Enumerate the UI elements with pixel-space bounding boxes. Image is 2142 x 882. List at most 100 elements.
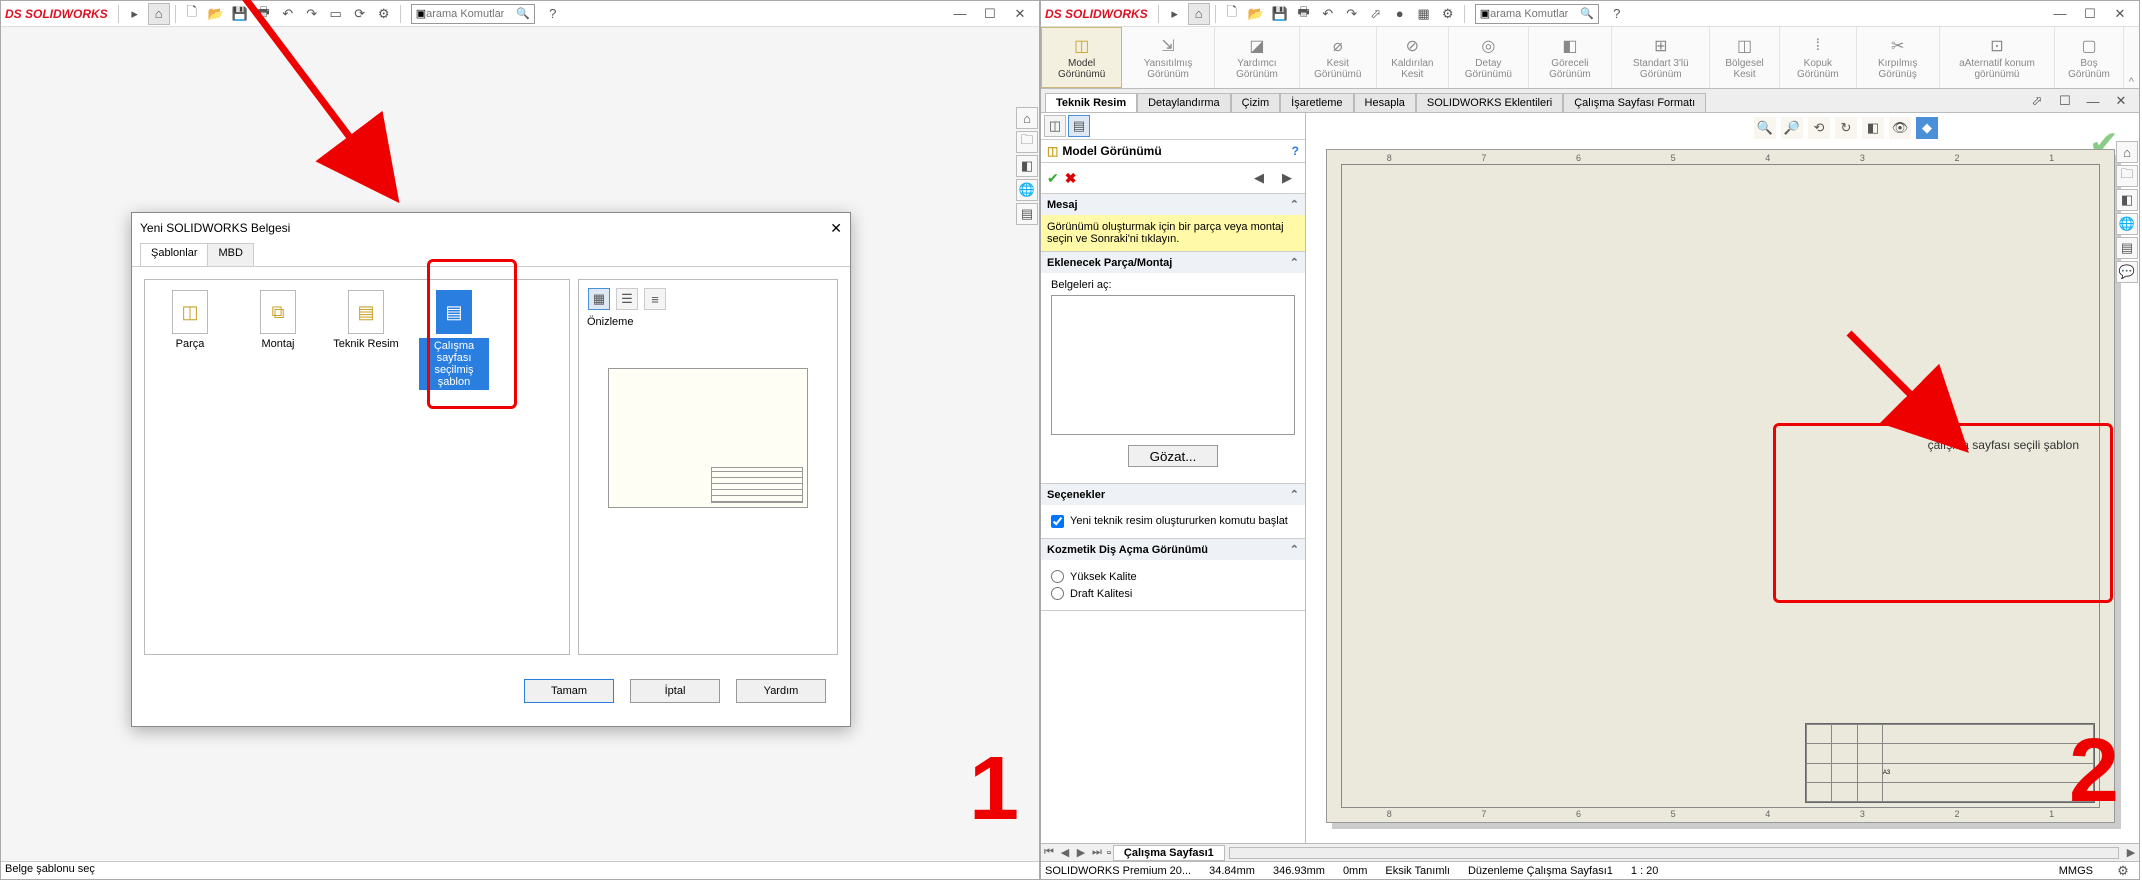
options-icon-2[interactable]: ⚙ [1437, 3, 1459, 25]
close-window-icon[interactable]: ✕ [1006, 3, 1034, 25]
template-teknik-resim[interactable]: ▤ Teknik Resim [331, 290, 401, 350]
ribbon-kopuk[interactable]: ⁞Kopuk Görünüm [1780, 27, 1857, 88]
documents-listbox[interactable] [1051, 295, 1295, 435]
browse-button[interactable]: Gözat... [1128, 445, 1218, 467]
search-box[interactable]: ▣ 🔍 [411, 4, 535, 24]
help-icon[interactable]: ? [542, 3, 564, 25]
ribbon-kirpilmis[interactable]: ✂Kırpılmış Görünüş [1857, 27, 1940, 88]
minimize-icon-2[interactable]: — [2046, 3, 2074, 25]
ribbon-expand-icon[interactable]: ^ [2124, 27, 2139, 88]
ribbon-yardimci[interactable]: ◪Yardımcı Görünüm [1215, 27, 1300, 88]
redo-icon-2[interactable]: ↷ [1341, 3, 1363, 25]
taskpane2-forum-icon[interactable]: 💬 [2116, 261, 2138, 283]
taskpane-custom-icon[interactable]: ▤ [1016, 203, 1038, 225]
sheet-tab-1[interactable]: Çalışma Sayfası1 [1113, 845, 1225, 861]
sheet-next-icon[interactable]: ▶ [1073, 846, 1089, 859]
template-montaj[interactable]: ⧉ Montaj [243, 290, 313, 350]
rotate-icon[interactable]: ↻ [1835, 117, 1857, 139]
ribbon-kaldirilan[interactable]: ⊘Kaldırılan Kesit [1377, 27, 1450, 88]
ribbon-yansitilmis[interactable]: ⇲Yansıtılmış Görünüm [1122, 27, 1215, 88]
radio-yuksek-kalite[interactable]: Yüksek Kalite [1051, 570, 1295, 583]
redo-icon[interactable]: ↷ [301, 3, 323, 25]
preview-list-icons[interactable]: ☰ [616, 288, 638, 310]
taskpane-home-icon[interactable]: ⌂ [1016, 107, 1038, 129]
tab-sablonlar[interactable]: Şablonlar [140, 243, 208, 266]
feature-tree-tab-icon[interactable]: ◫ [1044, 115, 1066, 137]
ribbon-bolgesel[interactable]: ◫Bölgesel Kesit [1710, 27, 1780, 88]
template-parca[interactable]: ◫ Parça [155, 290, 225, 350]
doc-close-icon[interactable]: ✕ [2110, 90, 2132, 112]
taskpane2-home-icon[interactable]: ⌂ [2116, 141, 2138, 163]
rebuild-icon[interactable]: ⟳ [349, 3, 371, 25]
select-icon[interactable]: ▭ [325, 3, 347, 25]
search-input[interactable] [426, 8, 516, 20]
tab-detaylandirma[interactable]: Detaylandırma [1137, 93, 1231, 112]
new-icon[interactable]: 🗋 [181, 3, 203, 25]
sheet-last-icon[interactable]: ⏭ [1089, 846, 1105, 859]
rebuild-icon-2[interactable]: ● [1389, 3, 1411, 25]
tab-sayfa-formati[interactable]: Çalışma Sayfası Formatı [1563, 93, 1706, 112]
propmgr-prev-icon[interactable]: ◀ [1248, 167, 1270, 189]
options-icon[interactable]: ⚙ [373, 3, 395, 25]
sheet-prev-icon[interactable]: ◀ [1057, 846, 1073, 859]
status-units[interactable]: MMGS [2059, 865, 2093, 877]
status-settings-icon[interactable]: ⚙ [2112, 860, 2134, 882]
start-command-checkbox[interactable]: Yeni teknik resim oluştururken komutu ba… [1051, 515, 1295, 528]
home-icon-2[interactable]: ⌂ [1188, 3, 1210, 25]
ribbon-standart3lu[interactable]: ⊞Standart 3'lü Görünüm [1612, 27, 1710, 88]
view-settings-icon[interactable]: ◆ [1916, 117, 1938, 139]
print-icon[interactable]: 🖶 [253, 3, 275, 25]
ribbon-detay[interactable]: ◎Detay Görünümü [1449, 27, 1528, 88]
taskpane-resources-icon[interactable]: 🗀 [1016, 131, 1038, 153]
tab-hesapla[interactable]: Hesapla [1354, 93, 1416, 112]
tab-teknik-resim[interactable]: Teknik Resim [1045, 93, 1137, 112]
taskpane-appearance-icon[interactable]: 🌐 [1016, 179, 1038, 201]
sheet-scrollbar[interactable] [1229, 847, 2119, 859]
tab-cizim[interactable]: Çizim [1231, 93, 1281, 112]
search-icon-2[interactable]: 🔍 [1580, 7, 1594, 20]
ok-button[interactable]: Tamam [524, 679, 614, 703]
preview-detail-icons[interactable]: ≡ [644, 288, 666, 310]
dialog-close-icon[interactable]: ✕ [830, 220, 842, 237]
search-input-2[interactable] [1490, 8, 1580, 20]
maximize-icon-2[interactable]: ☐ [2076, 3, 2104, 25]
taskpane2-appearance-icon[interactable]: 🌐 [2116, 213, 2138, 235]
print-icon-2[interactable]: 🖶 [1293, 3, 1315, 25]
doc-min-icon[interactable]: — [2082, 90, 2104, 112]
back-icon[interactable]: ▸ [124, 3, 146, 25]
help-button[interactable]: Yardım [736, 679, 826, 703]
ribbon-model-gorunumu[interactable]: ◫Model Görünümü [1041, 27, 1122, 88]
new-icon-2[interactable]: 🗋 [1221, 3, 1243, 25]
open-icon-2[interactable]: 📂 [1245, 3, 1267, 25]
zoom-area-icon[interactable]: 🔎 [1781, 117, 1803, 139]
save-icon[interactable]: 💾 [229, 3, 251, 25]
taskpane2-view-icon[interactable]: ◧ [2116, 189, 2138, 211]
undo-icon[interactable]: ↶ [277, 3, 299, 25]
ribbon-bos[interactable]: ▢Boş Görünüm [2055, 27, 2123, 88]
save-icon-2[interactable]: 💾 [1269, 3, 1291, 25]
zoom-fit-icon[interactable]: 🔍 [1754, 117, 1776, 139]
help-icon-2[interactable]: ? [1606, 3, 1628, 25]
hide-show-icon[interactable]: 👁 [1889, 117, 1911, 139]
open-icon[interactable]: 📂 [205, 3, 227, 25]
ribbon-kesit[interactable]: ⌀Kesit Görünümü [1300, 27, 1376, 88]
tab-eklentiler[interactable]: SOLIDWORKS Eklentileri [1416, 93, 1563, 112]
select-icon-2[interactable]: ⬀ [1365, 3, 1387, 25]
drawing-canvas[interactable]: 🔍 🔎 ⟲ ↻ ◧ 👁 ◆ ✔ ✖ 87654321 87654321 [1306, 113, 2139, 843]
section-secenekler-header[interactable]: Seçenekler⌃ [1041, 484, 1305, 505]
sheet-first-icon[interactable]: ⏮ [1041, 846, 1057, 859]
sheet-scroll-right-icon[interactable]: ▶ [2123, 846, 2139, 859]
doc-restore-icon[interactable]: ☐ [2054, 90, 2076, 112]
back-icon-2[interactable]: ▸ [1164, 3, 1186, 25]
cancel-button[interactable]: İptal [630, 679, 720, 703]
ribbon-goreceli[interactable]: ◧Göreceli Görünüm [1529, 27, 1613, 88]
taskpane2-resources-icon[interactable]: 🗀 [2116, 165, 2138, 187]
propmgr-ok-icon[interactable]: ✔ [1047, 170, 1059, 187]
minimize-icon[interactable]: — [946, 3, 974, 25]
section-mesaj-header[interactable]: Mesaj⌃ [1041, 194, 1305, 215]
propmgr-cancel-icon[interactable]: ✖ [1065, 170, 1077, 187]
section-parca-header[interactable]: Eklenecek Parça/Montaj⌃ [1041, 252, 1305, 273]
propmgr-help-icon[interactable]: ? [1292, 144, 1299, 158]
undo-icon-2[interactable]: ↶ [1317, 3, 1339, 25]
ribbon-alternatif[interactable]: ⊡aAternatif konum görünümü [1940, 27, 2056, 88]
